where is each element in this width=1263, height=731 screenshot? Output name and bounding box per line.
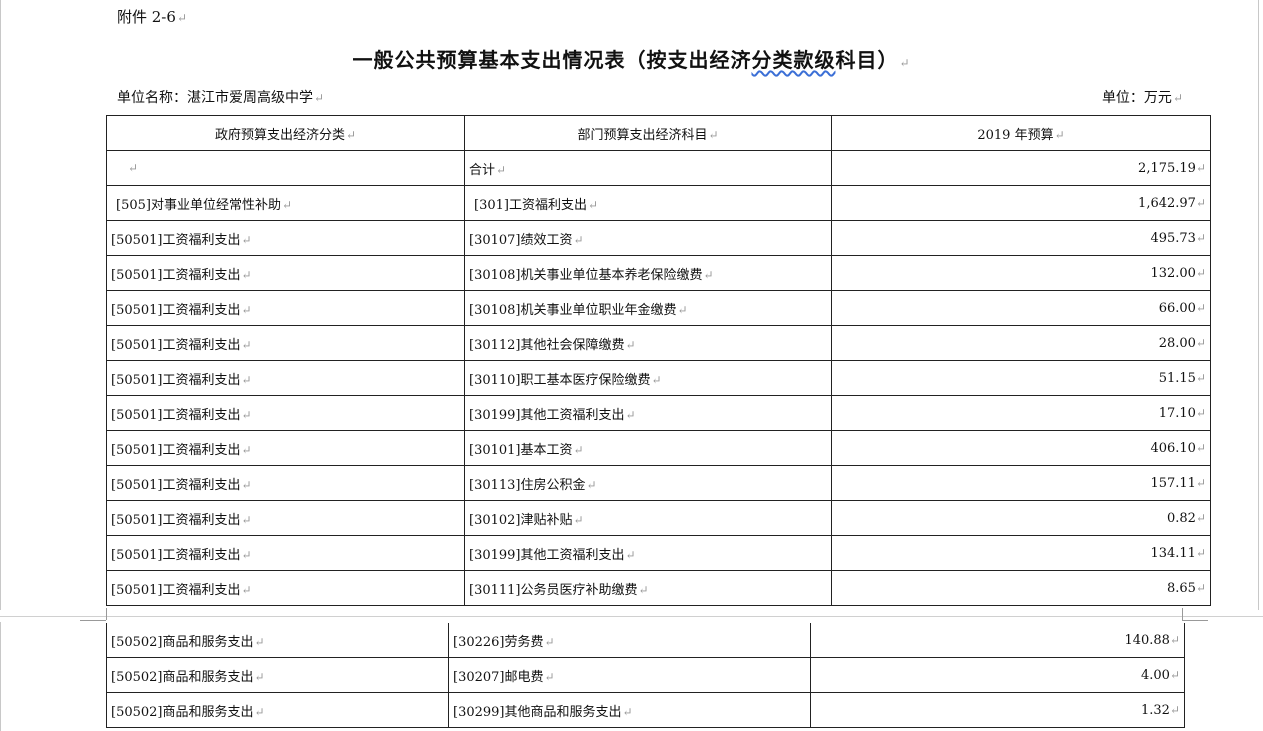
- cell-amount: 1,642.97↵: [831, 185, 1211, 221]
- cell-amount: 495.73↵: [831, 220, 1211, 256]
- table-row: [50501]工资福利支出↵ [30199]其他工资福利支出↵ 17.10↵: [106, 395, 1211, 431]
- cell-gov-category: [50501]工资福利支出↵: [106, 325, 465, 361]
- cell-gov-category: [50501]工资福利支出↵: [106, 360, 465, 396]
- budget-table-page2: [50502]商品和服务支出↵ [30226]劳务费↵ 140.88↵ [50502]…: [106, 623, 1185, 728]
- cell-amount: 17.10↵: [831, 395, 1211, 431]
- table-row: [50502]商品和服务支出↵ [30207]邮电费↵ 4.00↵: [106, 657, 1185, 693]
- cell-dept-subject: [30102]津贴补贴↵: [464, 500, 832, 536]
- cell-dept-subject: [30199]其他工资福利支出↵: [464, 395, 832, 431]
- table-row: [50501]工资福利支出↵ [30113]住房公积金↵ 157.11↵: [106, 465, 1211, 501]
- cell-dept-subject: [30101]基本工资↵: [464, 430, 832, 466]
- cell-amount: 406.10↵: [831, 430, 1211, 466]
- cell-dept-subject: [30299]其他商品和服务支出↵: [448, 692, 811, 728]
- cell-amount: 66.00↵: [831, 290, 1211, 326]
- page-break: [0, 616, 1263, 617]
- cell-amount: 8.65↵: [831, 570, 1211, 606]
- cell-amount: 1.32↵: [810, 692, 1185, 728]
- cell-amount: 28.00↵: [831, 325, 1211, 361]
- header-budget-2019: 2019 年预算↵: [831, 115, 1211, 151]
- cell-gov-category: [50502]商品和服务支出↵: [106, 657, 449, 693]
- table-row: [50501]工资福利支出↵ [30108]机关事业单位职业年金缴费↵ 66.00↵: [106, 290, 1211, 326]
- spellcheck-underline: 分类款级: [751, 48, 836, 72]
- table-row: ↵ 合计↵ 2,175.19↵: [106, 150, 1211, 186]
- cell-amount: 51.15↵: [831, 360, 1211, 396]
- table-row: [50501]工资福利支出↵ [30111]公务员医疗补助缴费↵ 8.65↵: [106, 570, 1211, 606]
- cell-gov-category: [50502]商品和服务支出↵: [106, 692, 449, 728]
- cell-amount: 4.00↵: [810, 657, 1185, 693]
- cell-dept-subject: [30199]其他工资福利支出↵: [464, 535, 832, 571]
- cell-amount: 132.00↵: [831, 255, 1211, 291]
- cell-dept-subject: [30207]邮电费↵: [448, 657, 811, 693]
- crop-mark-left-v: [106, 608, 107, 620]
- cell-gov-category: [50502]商品和服务支出↵: [106, 623, 449, 658]
- table-header-row: 政府预算支出经济分类↵ 部门预算支出经济科目↵ 2019 年预算↵: [106, 115, 1211, 151]
- table-row: [50501]工资福利支出↵ [30107]绩效工资↵ 495.73↵: [106, 220, 1211, 256]
- cell-gov-category: [50501]工资福利支出↵: [106, 500, 465, 536]
- cell-gov-category: ↵: [106, 150, 465, 186]
- cell-dept-subject: [30112]其他社会保障缴费↵: [464, 325, 832, 361]
- table-row: [50501]工资福利支出↵ [30101]基本工资↵ 406.10↵: [106, 430, 1211, 466]
- cell-amount: 2,175.19↵: [831, 150, 1211, 186]
- attachment-label: 附件 2-6↵: [117, 8, 187, 26]
- table-row: [50501]工资福利支出↵ [30102]津贴补贴↵ 0.82↵: [106, 500, 1211, 536]
- cell-gov-category: [50501]工资福利支出↵: [106, 395, 465, 431]
- cell-gov-category: [505]对事业单位经常性补助↵: [106, 185, 465, 221]
- cell-gov-category: [50501]工资福利支出↵: [106, 570, 465, 606]
- cell-gov-category: [50501]工资福利支出↵: [106, 220, 465, 256]
- cell-dept-subject: [30111]公务员医疗补助缴费↵: [464, 570, 832, 606]
- cell-dept-subject: [30113]住房公积金↵: [464, 465, 832, 501]
- cell-dept-subject: [30110]职工基本医疗保险缴费↵: [464, 360, 832, 396]
- unit-measure: 单位：万元↵: [1101, 90, 1183, 106]
- cell-amount: 134.11↵: [831, 535, 1211, 571]
- cell-amount: 140.88↵: [810, 623, 1185, 658]
- header-gov-category: 政府预算支出经济分类↵: [106, 115, 465, 151]
- cell-dept-subject: [30108]机关事业单位职业年金缴费↵: [464, 290, 832, 326]
- table-row: [50501]工资福利支出↵ [30199]其他工资福利支出↵ 134.11↵: [106, 535, 1211, 571]
- cell-gov-category: [50501]工资福利支出↵: [106, 255, 465, 291]
- header-dept-subject: 部门预算支出经济科目↵: [464, 115, 832, 151]
- crop-mark-left: [80, 620, 106, 621]
- crop-mark-right-v: [1182, 608, 1183, 620]
- page-edge-right: [1258, 0, 1259, 616]
- unit-name: 单位名称：湛江市爱周高级中学↵: [117, 90, 325, 106]
- budget-table-page1: 政府预算支出经济分类↵ 部门预算支出经济科目↵ 2019 年预算↵ ↵ 合计↵ 2,…: [106, 115, 1211, 606]
- table-row: [50501]工资福利支出↵ [30112]其他社会保障缴费↵ 28.00↵: [106, 325, 1211, 361]
- table-row: [50502]商品和服务支出↵ [30226]劳务费↵ 140.88↵: [106, 623, 1185, 658]
- table-row: [50501]工资福利支出↵ [30110]职工基本医疗保险缴费↵ 51.15↵: [106, 360, 1211, 396]
- cell-dept-subject: [30108]机关事业单位基本养老保险缴费↵: [464, 255, 832, 291]
- crop-mark-right: [1182, 620, 1208, 621]
- cell-dept-subject: [30226]劳务费↵: [448, 623, 811, 658]
- cell-dept-subject: 合计↵: [464, 150, 832, 186]
- cell-gov-category: [50501]工资福利支出↵: [106, 465, 465, 501]
- cell-gov-category: [50501]工资福利支出↵: [106, 290, 465, 326]
- page-title: 一般公共预算基本支出情况表（按支出经济分类款级科目）↵: [352, 48, 911, 72]
- cell-gov-category: [50501]工资福利支出↵: [106, 430, 465, 466]
- cell-amount: 157.11↵: [831, 465, 1211, 501]
- cell-gov-category: [50501]工资福利支出↵: [106, 535, 465, 571]
- table-row: [50502]商品和服务支出↵ [30299]其他商品和服务支出↵ 1.32↵: [106, 692, 1185, 728]
- table-row: [50501]工资福利支出↵ [30108]机关事业单位基本养老保险缴费↵ 132.…: [106, 255, 1211, 291]
- cell-amount: 0.82↵: [831, 500, 1211, 536]
- table-row: [505]对事业单位经常性补助↵ [301]工资福利支出↵ 1,642.97↵: [106, 185, 1211, 221]
- cell-dept-subject: [301]工资福利支出↵: [464, 185, 832, 221]
- cell-dept-subject: [30107]绩效工资↵: [464, 220, 832, 256]
